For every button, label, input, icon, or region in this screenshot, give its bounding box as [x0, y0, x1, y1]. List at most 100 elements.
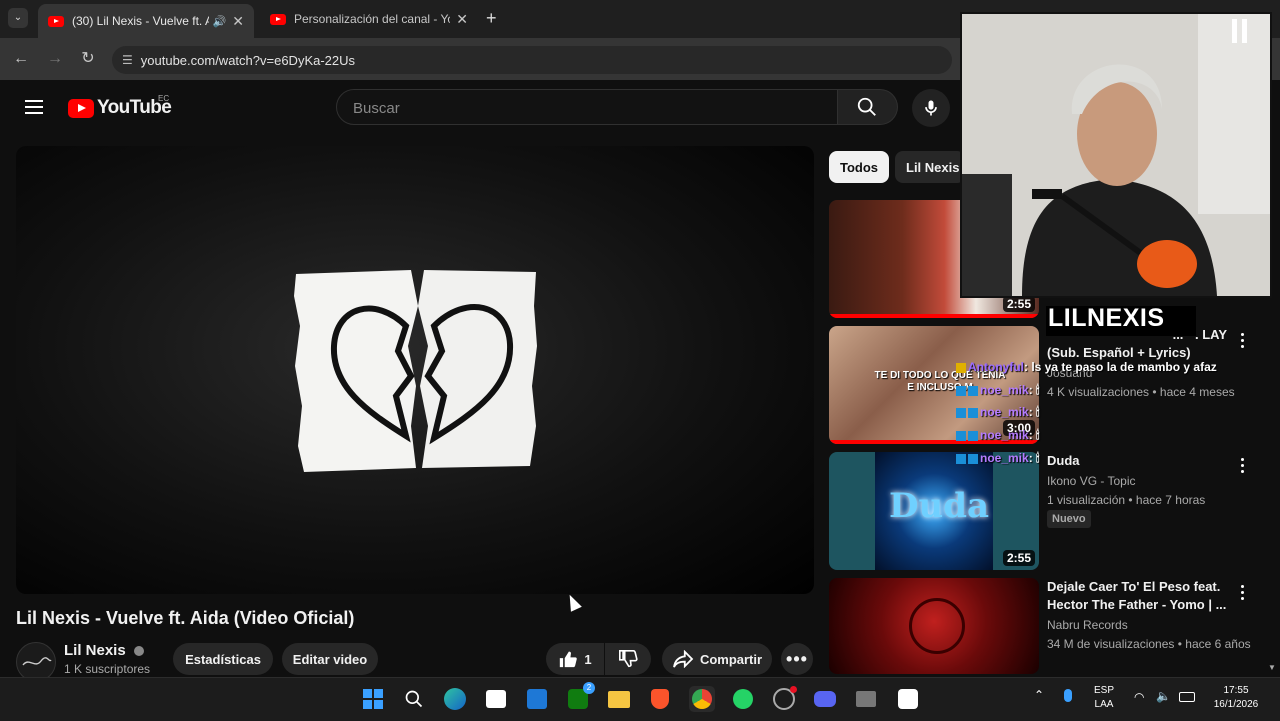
discord-icon[interactable] [812, 686, 838, 712]
related-video-thumbnail[interactable] [829, 578, 1039, 674]
windows-taskbar [0, 677, 1280, 721]
more-options-icon[interactable] [1237, 330, 1247, 351]
related-video-thumbnail[interactable]: Duda 2:55 [829, 452, 1039, 570]
youtube-play-icon [68, 98, 94, 118]
chat-badge-icon [956, 407, 966, 418]
chat-badge-icon [968, 407, 978, 418]
microsoft-store-icon[interactable] [483, 686, 509, 712]
chat-badge-icon [968, 385, 978, 396]
microphone-tray-icon[interactable] [1064, 689, 1072, 702]
close-tab-icon[interactable]: ✕ [456, 11, 468, 28]
chat-badge-icon [956, 385, 966, 396]
stats-button[interactable]: Estadísticas [173, 643, 273, 675]
file-explorer-icon[interactable] [606, 686, 632, 712]
chat-text: : 🕯 [1028, 405, 1040, 419]
chrome-icon[interactable] [689, 686, 715, 712]
language-indicator[interactable]: ESP LAA [1094, 684, 1114, 712]
reload-icon[interactable]: ↻ [77, 48, 99, 70]
related-video-channel[interactable]: Nabru Records [1047, 616, 1128, 634]
voice-search-button[interactable] [912, 89, 950, 127]
share-icon [673, 650, 694, 668]
search-input[interactable] [351, 90, 825, 126]
tab-title: (30) Lil Nexis - Vuelve ft. Aida [72, 14, 209, 28]
hamburger-menu-icon[interactable] [25, 96, 43, 118]
progress-bar [829, 314, 1039, 318]
youtube-logo[interactable]: YouTube EC [68, 94, 172, 119]
chat-text: : 🕯 [1028, 451, 1040, 465]
tab-list-button[interactable]: ⌄ [8, 8, 28, 28]
channel-avatar[interactable] [16, 642, 56, 682]
search-icon [857, 97, 876, 116]
tab-active[interactable]: (30) Lil Nexis - Vuelve ft. Aida 🔊 ✕ [38, 4, 254, 38]
new-badge: Nuevo [1047, 510, 1091, 528]
duration-badge: 2:55 [1002, 296, 1035, 312]
more-options-icon[interactable] [1237, 455, 1247, 476]
chat-badge-icon [956, 362, 966, 373]
chip-lil-nexis[interactable]: Lil Nexis [895, 151, 965, 183]
channel-name[interactable]: Lil Nexis [64, 642, 144, 659]
thumbs-down-icon [619, 650, 638, 668]
share-button[interactable]: Compartir [662, 643, 772, 675]
new-tab-button[interactable]: + [486, 8, 497, 29]
dislike-button[interactable] [605, 643, 651, 675]
speaker-icon[interactable]: 🔊 [213, 15, 227, 28]
like-button[interactable]: 1 [546, 643, 604, 675]
signature-logo-icon [22, 657, 52, 666]
capcut-icon[interactable] [895, 686, 921, 712]
address-bar[interactable]: ☰ youtube.com/watch?v=e6DyKa-22Us [112, 46, 952, 74]
clock[interactable]: 17:55 16/1/2026 [1206, 684, 1266, 712]
app-blue-icon[interactable] [524, 686, 550, 712]
tray-expand-icon[interactable]: ⌃ [1034, 688, 1044, 702]
video-player[interactable] [16, 146, 814, 594]
chat-badge-icon [968, 453, 978, 464]
streamer-webcam-image [962, 14, 1270, 296]
chat-username: noe_mik [980, 451, 1029, 465]
more-horizontal-icon: ••• [786, 648, 808, 669]
more-actions-button[interactable]: ••• [781, 643, 813, 675]
mouse-cursor-icon [564, 592, 582, 612]
brave-icon[interactable] [647, 686, 673, 712]
related-video-title[interactable]: Dejale Caer To' El Peso feat. Hector The… [1047, 578, 1227, 614]
battery-icon[interactable] [1179, 692, 1195, 702]
clock-time: 17:55 [1223, 685, 1249, 696]
related-video-meta: 34 M de visualizaciones • hace 6 años [1047, 637, 1251, 651]
site-info-icon[interactable]: ☰ [122, 53, 133, 67]
chat-badge-icon [956, 430, 966, 441]
channel-name-text: Lil Nexis [64, 642, 126, 659]
scrollbar-down-arrow[interactable]: ▼ [1268, 663, 1276, 672]
whatsapp-icon[interactable] [730, 686, 756, 712]
chat-text: : 🕯 [1028, 383, 1040, 397]
broken-heart-artwork [294, 270, 537, 472]
chat-badge-icon [968, 430, 978, 441]
tab-title: Personalización del canal - YouTube [294, 12, 450, 26]
search-button[interactable] [838, 89, 898, 125]
chat-username: noe_mik [980, 428, 1029, 442]
related-video-title[interactable]: Duda [1047, 452, 1227, 470]
windows-start-icon[interactable] [360, 686, 386, 712]
tab-inactive[interactable]: Personalización del canal - YouTube ✕ [260, 6, 478, 32]
keyboard-layout: LAA [1094, 699, 1114, 710]
forward-icon[interactable]: → [44, 48, 66, 70]
settings-app-icon[interactable] [771, 686, 797, 712]
related-video-meta: 1 visualización • hace 7 horas [1047, 493, 1206, 507]
chat-text: : 🕯 [1028, 428, 1040, 442]
country-code: EC [158, 94, 170, 103]
chat-message: noe_mik: 🕯 [956, 428, 1039, 443]
tool-app-icon[interactable] [853, 686, 879, 712]
xbox-icon[interactable]: 2 [565, 682, 595, 712]
title-line: Dejale Caer To' El Peso feat. [1047, 579, 1221, 594]
search-taskbar-icon[interactable] [401, 686, 427, 712]
back-icon[interactable]: ← [10, 48, 32, 70]
close-tab-icon[interactable]: ✕ [232, 13, 244, 30]
related-video-channel[interactable]: Ikono VG - Topic [1047, 472, 1136, 490]
wifi-icon[interactable]: ◠ [1134, 690, 1144, 704]
chat-username: noe_mik [980, 405, 1029, 419]
clock-date: 16/1/2026 [1213, 699, 1259, 710]
more-options-icon[interactable] [1237, 582, 1247, 603]
edge-icon[interactable] [442, 686, 468, 712]
edit-video-button[interactable]: Editar video [282, 643, 378, 675]
webcam-overlay [960, 12, 1272, 298]
volume-icon[interactable]: 🔈 [1156, 689, 1171, 703]
chip-todos[interactable]: Todos [829, 151, 890, 183]
related-video-meta: 4 K visualizaciones • hace 4 meses [1047, 385, 1235, 399]
